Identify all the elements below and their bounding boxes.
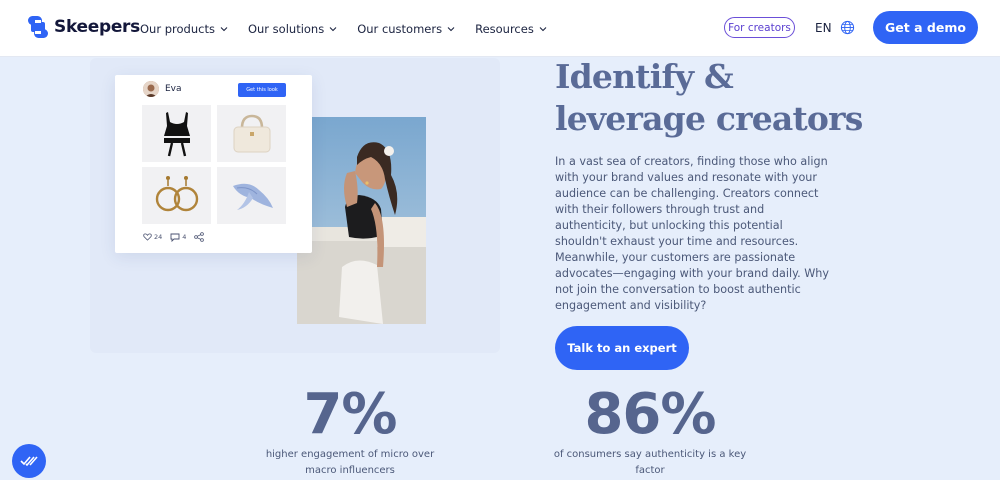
double-check-icon (20, 456, 38, 467)
language-selector[interactable]: EN (815, 21, 832, 35)
likes-stat[interactable]: 24 (143, 233, 162, 241)
menu-label: Our customers (357, 22, 443, 36)
avatar (143, 81, 159, 97)
globe-icon[interactable] (840, 20, 855, 35)
chevron-down-icon (220, 27, 228, 32)
headline-line-1: Identify & (555, 57, 734, 96)
menu-our-solutions[interactable]: Our solutions (248, 22, 337, 36)
brand-name: Skeepers (54, 17, 140, 37)
woman-photo-icon (297, 117, 426, 324)
get-the-look-card: Eva Get this look 24 4 (115, 75, 312, 253)
get-this-look-button[interactable]: Get this look (238, 83, 286, 97)
product-tile-earrings[interactable] (142, 167, 211, 224)
page-title: Identify & leverage creators (555, 56, 863, 140)
crop-top-icon (163, 111, 190, 156)
heart-icon (143, 233, 152, 241)
main-menu: Our products Our solutions Our customers… (140, 22, 567, 36)
stat-caption-authenticity: of consumers say authenticity is a key f… (553, 449, 747, 476)
get-a-demo-button[interactable]: Get a demo (873, 11, 978, 44)
scarf-icon (232, 183, 273, 210)
comments-stat[interactable]: 4 (170, 233, 186, 242)
brand-logo[interactable]: Skeepers (28, 16, 140, 38)
chat-widget-button[interactable] (12, 444, 46, 478)
post-stats: 24 4 (143, 232, 205, 242)
menu-label: Resources (475, 22, 534, 36)
hero-paragraph: In a vast sea of creators, finding those… (555, 155, 829, 312)
top-nav: Skeepers Our products Our solutions Our … (0, 0, 1000, 57)
chevron-down-icon (329, 27, 337, 32)
menu-label: Our products (140, 22, 215, 36)
for-creators-button[interactable]: For creators (724, 17, 795, 38)
menu-resources[interactable]: Resources (475, 22, 547, 36)
comment-icon (170, 233, 180, 242)
handbag-icon (233, 114, 270, 152)
stat-value-authenticity: 86% (584, 382, 716, 447)
stat-value-engagement: 7% (303, 382, 397, 447)
creator-name: Eva (165, 84, 182, 94)
product-tile-top[interactable] (142, 105, 211, 162)
menu-our-products[interactable]: Our products (140, 22, 228, 36)
comments-count: 4 (182, 233, 187, 241)
chevron-down-icon (539, 27, 547, 32)
product-tile-bag[interactable] (217, 105, 286, 162)
skeepers-logo-icon (28, 16, 48, 38)
creator-photo (297, 117, 426, 324)
talk-to-an-expert-button[interactable]: Talk to an expert (555, 326, 689, 370)
headline-line-2: leverage creators (555, 99, 863, 138)
hoop-earrings-icon (155, 175, 198, 211)
share-icon[interactable] (194, 232, 205, 242)
product-tile-scarf[interactable] (217, 167, 286, 224)
likes-count: 24 (154, 233, 163, 241)
stat-caption-engagement: higher engagement of micro over macro in… (265, 449, 435, 476)
chevron-down-icon (447, 27, 455, 32)
menu-label: Our solutions (247, 22, 325, 36)
menu-our-customers[interactable]: Our customers (357, 22, 455, 36)
